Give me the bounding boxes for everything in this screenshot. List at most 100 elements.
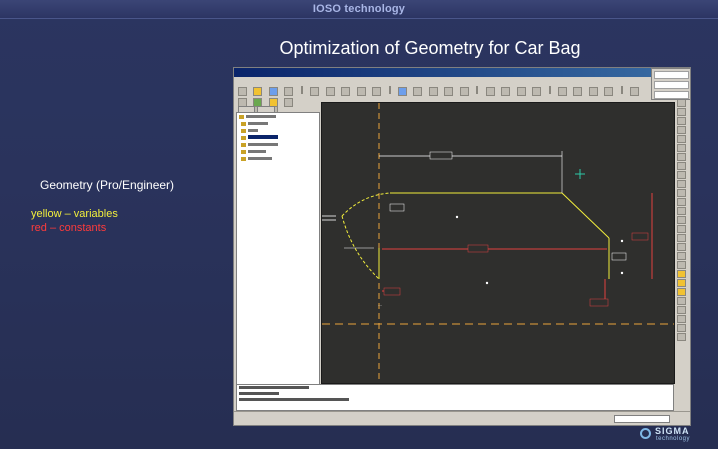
variable-chamfer-line bbox=[561, 192, 610, 239]
variable-arc-top bbox=[341, 192, 391, 217]
save-icon[interactable] bbox=[268, 87, 278, 96]
model-tree-pane bbox=[236, 112, 320, 385]
right-toolbar bbox=[674, 98, 688, 388]
redo-icon[interactable] bbox=[325, 87, 335, 96]
refit-icon[interactable] bbox=[444, 87, 454, 96]
select-arrow-icon[interactable] bbox=[676, 99, 686, 107]
dimension-box-bottom-left bbox=[383, 287, 401, 296]
logo-name: SIGMA bbox=[655, 426, 690, 436]
zoom-in-icon[interactable] bbox=[413, 87, 423, 96]
new-file-icon[interactable] bbox=[238, 87, 247, 96]
filter-field[interactable] bbox=[654, 81, 689, 89]
datum-tag: — bbox=[378, 302, 382, 307]
proe-window: — bbox=[233, 67, 691, 426]
hidden-line-icon[interactable] bbox=[573, 87, 583, 96]
revolve-icon[interactable] bbox=[676, 288, 686, 296]
print-icon[interactable] bbox=[284, 87, 294, 96]
draft-icon[interactable] bbox=[676, 333, 686, 341]
mirror-icon[interactable] bbox=[676, 243, 686, 251]
view-icon[interactable] bbox=[630, 87, 640, 96]
filter-icon[interactable] bbox=[284, 98, 294, 107]
message-area bbox=[236, 384, 674, 411]
modify-icon[interactable] bbox=[676, 198, 686, 206]
status-selector[interactable] bbox=[614, 415, 670, 423]
selection-filter-box bbox=[651, 68, 690, 100]
cancel-icon[interactable] bbox=[676, 261, 686, 269]
proe-menubar bbox=[234, 77, 650, 86]
dimension-icon[interactable] bbox=[676, 189, 686, 197]
tree-item[interactable] bbox=[237, 113, 319, 120]
sigma-logo: SIGMA technology bbox=[640, 424, 712, 444]
sketch-point bbox=[485, 281, 489, 285]
paste-icon[interactable] bbox=[372, 87, 382, 96]
slide-title: Optimization of Geometry for Car Bag bbox=[279, 38, 581, 58]
trim-icon[interactable] bbox=[676, 234, 686, 242]
dimension-box-right bbox=[631, 232, 649, 241]
variable-arc-bottom bbox=[341, 215, 380, 280]
round-icon[interactable] bbox=[676, 306, 686, 314]
spline-icon[interactable] bbox=[676, 153, 686, 161]
circle-icon[interactable] bbox=[676, 126, 686, 134]
datum-axis-icon[interactable] bbox=[501, 87, 511, 96]
fillet-icon[interactable] bbox=[676, 144, 686, 152]
sketch-point bbox=[620, 271, 624, 275]
legend-yellow: yellow – variables bbox=[31, 208, 118, 220]
header-title: IOSO technology bbox=[312, 3, 406, 15]
sketch-point bbox=[455, 215, 459, 219]
rectangle-icon[interactable] bbox=[676, 117, 686, 125]
logo-subtitle: technology bbox=[656, 436, 691, 442]
menu-placeholder[interactable] bbox=[237, 78, 238, 84]
geometry-label: Geometry (Pro/Engineer) bbox=[40, 178, 175, 192]
repaint-icon[interactable] bbox=[459, 87, 469, 96]
offset-icon[interactable] bbox=[676, 180, 686, 188]
tree-item[interactable] bbox=[237, 127, 319, 134]
datum-csys-icon[interactable] bbox=[532, 87, 542, 96]
regenerate-icon[interactable] bbox=[397, 87, 407, 96]
csys-icon[interactable] bbox=[676, 171, 686, 179]
top-header-bar: IOSO technology bbox=[0, 0, 718, 19]
tree-item-selected[interactable] bbox=[237, 134, 319, 141]
sketch-point bbox=[620, 239, 624, 243]
constraint-icon[interactable] bbox=[676, 207, 686, 215]
text-icon[interactable] bbox=[676, 216, 686, 224]
message-line bbox=[237, 397, 673, 403]
extrude-icon[interactable] bbox=[676, 279, 686, 287]
tree-item[interactable] bbox=[237, 155, 319, 162]
undo-icon[interactable] bbox=[310, 87, 320, 96]
filter-field[interactable] bbox=[654, 91, 689, 99]
datum-icon[interactable] bbox=[676, 270, 686, 278]
datum-point-icon[interactable] bbox=[516, 87, 526, 96]
dimension-box-corner bbox=[611, 252, 627, 261]
status-bar bbox=[234, 411, 690, 424]
hole-icon[interactable] bbox=[676, 297, 686, 305]
legend-red: red – constants bbox=[31, 222, 107, 234]
shell-icon[interactable] bbox=[676, 315, 686, 323]
proe-titlebar bbox=[234, 68, 690, 77]
line-icon[interactable] bbox=[676, 108, 686, 116]
done-icon[interactable] bbox=[676, 252, 686, 260]
proe-toolbar-1 bbox=[237, 86, 649, 114]
open-folder-icon[interactable] bbox=[253, 87, 263, 96]
palette-icon[interactable] bbox=[676, 225, 686, 233]
dimension-box-arc bbox=[389, 203, 405, 212]
dimension-box-bottom-right bbox=[589, 298, 609, 307]
sketch-geometry: — bbox=[322, 103, 674, 383]
rib-icon[interactable] bbox=[676, 324, 686, 332]
wireframe-icon[interactable] bbox=[588, 87, 598, 96]
tree-item[interactable] bbox=[237, 120, 319, 127]
tree-item[interactable] bbox=[237, 148, 319, 155]
cut-icon[interactable] bbox=[341, 87, 351, 96]
datum-plane-icon[interactable] bbox=[485, 87, 495, 96]
sketch-canvas[interactable]: — bbox=[321, 102, 675, 384]
dimension-box-mid bbox=[467, 244, 489, 253]
arc-icon[interactable] bbox=[676, 135, 686, 143]
no-hidden-icon[interactable] bbox=[604, 87, 614, 96]
zoom-out-icon[interactable] bbox=[428, 87, 438, 96]
shading-icon[interactable] bbox=[557, 87, 567, 96]
point-icon[interactable] bbox=[676, 162, 686, 170]
dimension-box-top bbox=[429, 151, 453, 160]
sigma-logo-icon bbox=[640, 428, 651, 439]
copy-icon[interactable] bbox=[356, 87, 366, 96]
filter-field[interactable] bbox=[654, 71, 689, 79]
tree-item[interactable] bbox=[237, 141, 319, 148]
